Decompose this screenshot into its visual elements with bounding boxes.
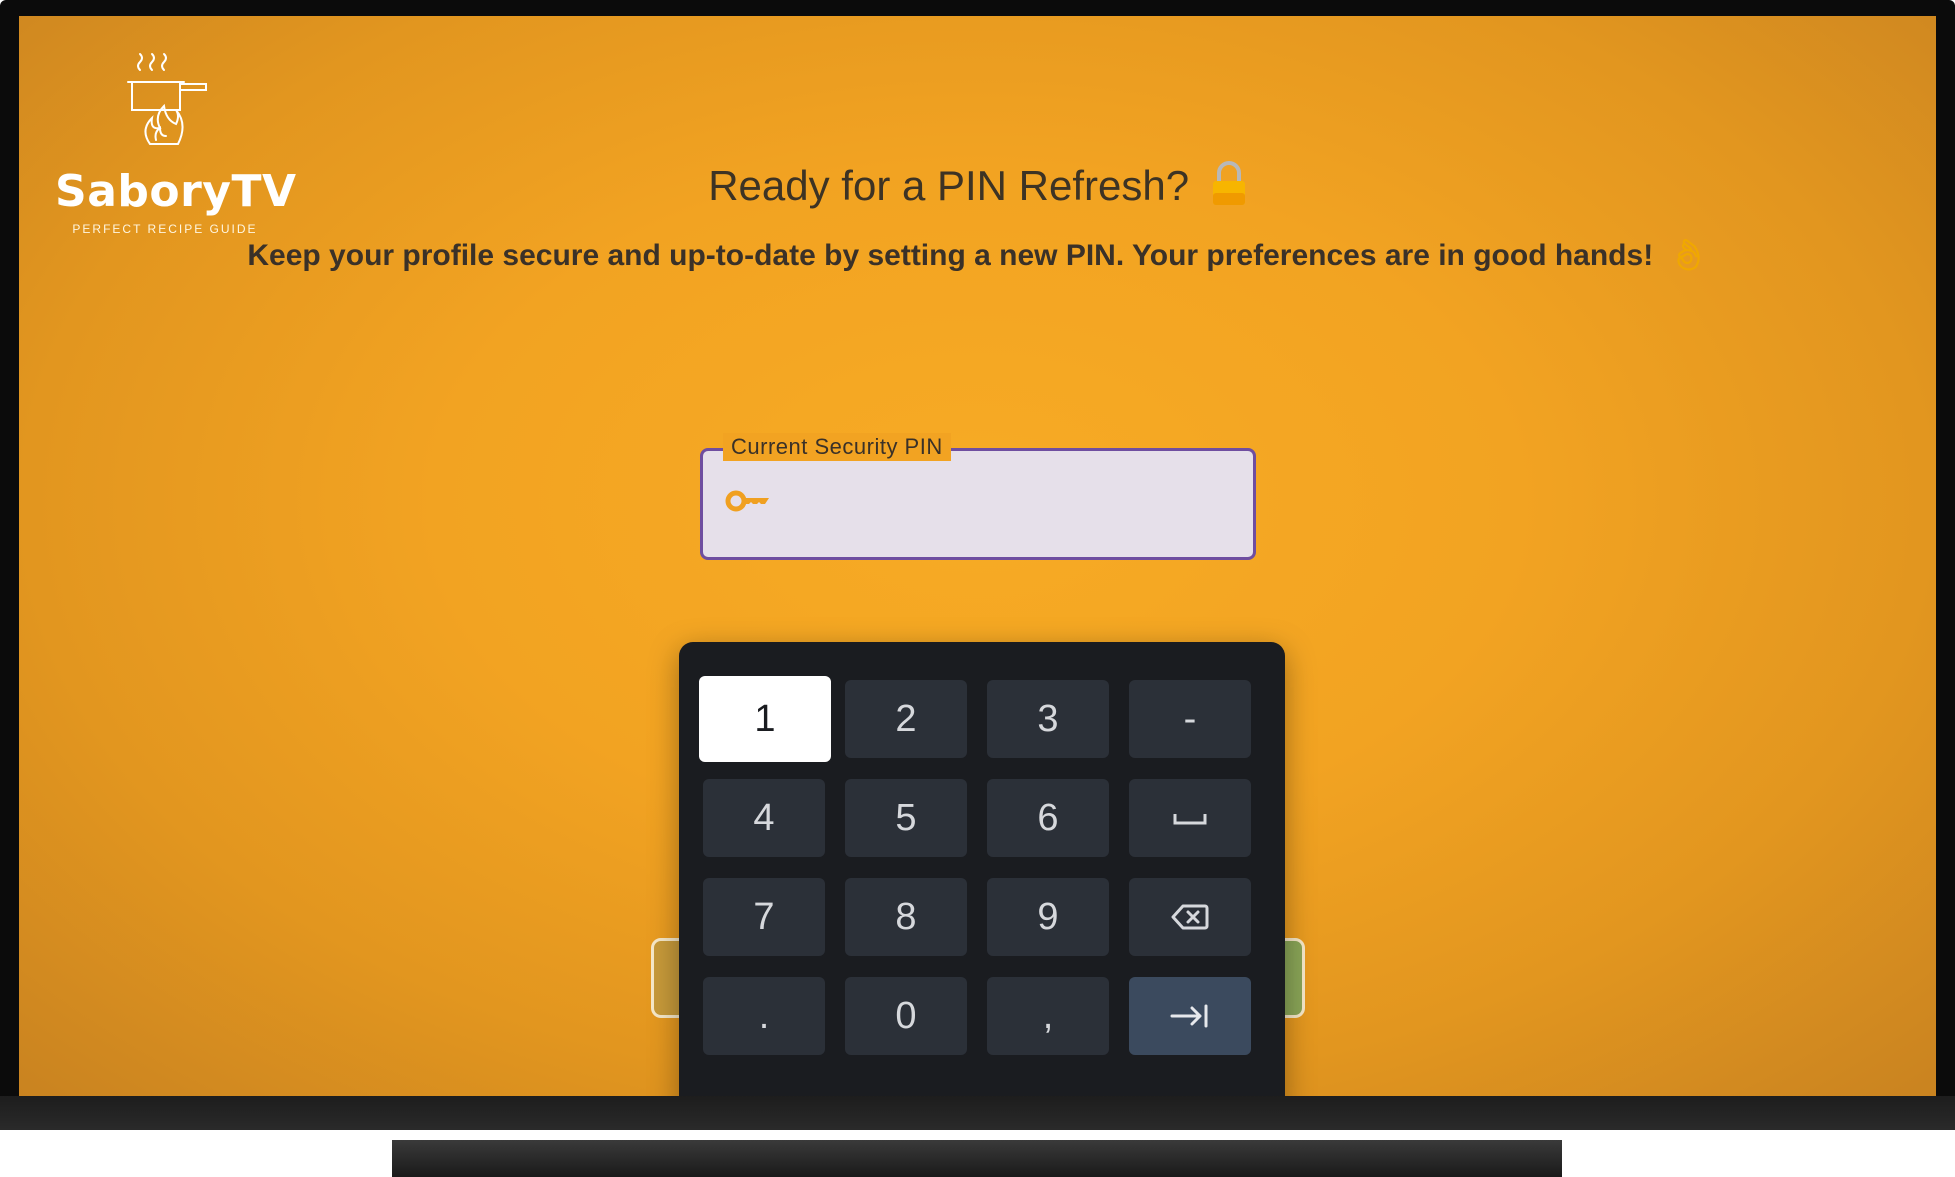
key-9[interactable]: 9 <box>987 878 1109 956</box>
ok-hand-icon: 👌︎ <box>1669 239 1708 272</box>
space-icon <box>1173 814 1207 825</box>
page-title: Ready for a PIN Refresh? <box>708 162 1190 210</box>
cooking-pot-icon <box>127 53 207 145</box>
key-period[interactable]: . <box>703 977 825 1055</box>
key-2[interactable]: 2 <box>845 680 967 758</box>
key-minus[interactable]: - <box>1129 680 1251 758</box>
next-key[interactable] <box>1129 977 1251 1055</box>
key-4[interactable]: 4 <box>703 779 825 857</box>
key-6[interactable]: 6 <box>987 779 1109 857</box>
key-3[interactable]: 3 <box>987 680 1109 758</box>
key-5[interactable]: 5 <box>845 779 967 857</box>
backspace-icon <box>1171 904 1209 930</box>
key-7[interactable]: 7 <box>703 878 825 956</box>
backspace-key[interactable] <box>1129 878 1251 956</box>
tab-next-icon <box>1170 1004 1208 1028</box>
lock-icon <box>1211 161 1247 217</box>
current-pin-field[interactable]: Current Security PIN <box>700 433 1256 560</box>
pin-field-label: Current Security PIN <box>723 433 951 461</box>
app-tagline: PERFECT RECIPE GUIDE <box>72 222 258 236</box>
numeric-keypad: 1 2 3 - 4 5 6 7 8 9 . 0 , <box>679 642 1285 1096</box>
key-8[interactable]: 8 <box>845 878 967 956</box>
tv-screen: SaboryTV PERFECT RECIPE GUIDE Ready for … <box>19 16 1936 1096</box>
key-0[interactable]: 0 <box>845 977 967 1055</box>
page-title-row: Ready for a PIN Refresh? <box>19 161 1936 217</box>
space-key[interactable] <box>1129 779 1251 857</box>
key-1[interactable]: 1 <box>699 676 831 762</box>
page-subtitle-row: Keep your profile secure and up-to-date … <box>19 238 1936 273</box>
tv-frame: SaboryTV PERFECT RECIPE GUIDE Ready for … <box>0 0 1955 1177</box>
page-subtitle: Keep your profile secure and up-to-date … <box>247 239 1654 272</box>
tv-stand <box>392 1140 1562 1177</box>
key-comma[interactable]: , <box>987 977 1109 1055</box>
key-icon <box>725 489 771 518</box>
tv-bezel-bottom <box>0 1096 1955 1130</box>
